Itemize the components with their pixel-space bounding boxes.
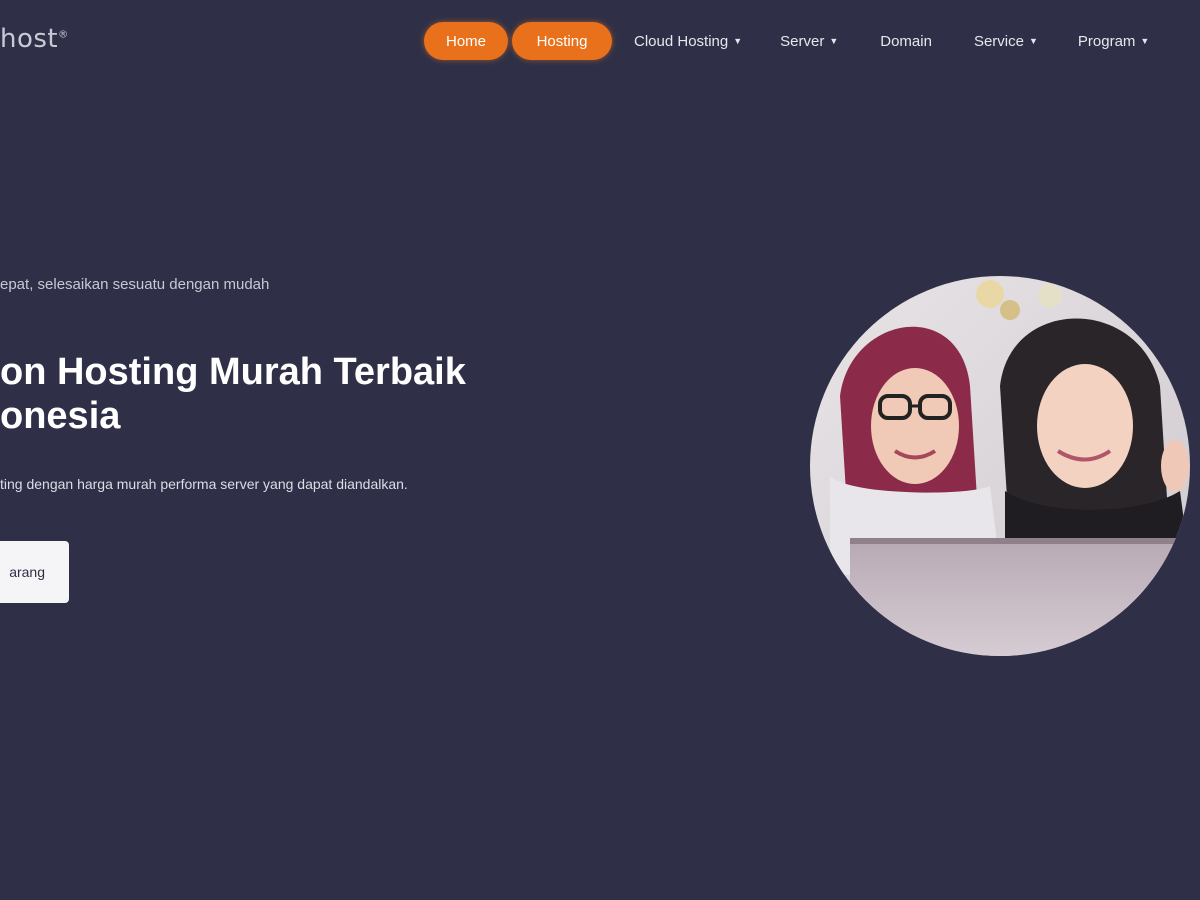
nav-home-button[interactable]: Home	[424, 22, 508, 60]
nav-service-label: Service	[973, 32, 1024, 50]
landing-page: host® Home Hosting Cloud Hosting ▼ Serve…	[0, 0, 1200, 900]
hero-title-line-1: on Hosting Murah Terbaik	[0, 351, 466, 393]
nav-domain-label: Domain	[880, 32, 932, 50]
brand-logo[interactable]: host®	[0, 24, 69, 54]
nav-cloud-hosting-label: Cloud Hosting	[634, 32, 729, 50]
nav-program-label: Program	[1077, 32, 1136, 50]
nav-server-link[interactable]: Server ▼	[780, 22, 838, 60]
nav-cloud-hosting-link[interactable]: Cloud Hosting ▼	[634, 22, 742, 60]
nav-service-link[interactable]: Service ▼	[974, 22, 1038, 60]
caret-down-icon: ▼	[733, 36, 743, 46]
nav-server-label: Server	[780, 32, 825, 50]
hero-title-line-2: onesia	[0, 395, 121, 437]
caret-down-icon: ▼	[1028, 36, 1038, 46]
hero-title: on Hosting Murah Terbaik onesia	[0, 350, 466, 438]
hero-tagline: epat, selesaikan sesuatu dengan mudah	[0, 276, 270, 293]
logo-registered-mark: ®	[58, 29, 69, 41]
cta-button-label: arang	[9, 564, 45, 580]
cta-button[interactable]: arang	[0, 541, 69, 603]
caret-down-icon: ▼	[1140, 36, 1150, 46]
nav-hosting-button[interactable]: Hosting	[512, 22, 612, 60]
logo-text: host	[0, 24, 59, 54]
nav-home-label: Home	[446, 32, 487, 50]
nav-domain-link[interactable]: Domain	[880, 22, 932, 60]
hero-photo-illustration	[810, 276, 1190, 656]
hero-description: ting dengan harga murah performa server …	[0, 476, 408, 492]
hero-photo	[810, 276, 1190, 656]
caret-down-icon: ▼	[829, 36, 839, 46]
nav-program-link[interactable]: Program ▼	[1078, 22, 1149, 60]
main-nav: Home Hosting Cloud Hosting ▼ Server ▼ Do…	[424, 22, 1149, 60]
nav-hosting-label: Hosting	[536, 32, 588, 50]
